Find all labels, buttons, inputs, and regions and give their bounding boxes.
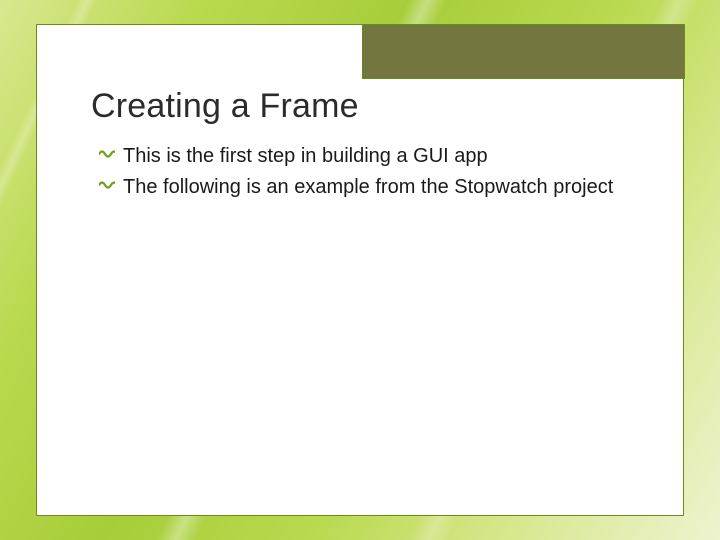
wave-bullet-icon [99, 143, 117, 170]
wave-bullet-icon [99, 174, 117, 201]
slide-card: Creating a Frame This is the first step … [36, 24, 684, 516]
list-item: The following is an example from the Sto… [99, 174, 633, 201]
bullet-list: This is the first step in building a GUI… [99, 143, 633, 205]
title-accent-box [362, 24, 685, 79]
list-item: This is the first step in building a GUI… [99, 143, 633, 170]
bullet-text: The following is an example from the Sto… [123, 174, 633, 201]
bullet-text: This is the first step in building a GUI… [123, 143, 633, 170]
slide-title: Creating a Frame [91, 87, 359, 126]
